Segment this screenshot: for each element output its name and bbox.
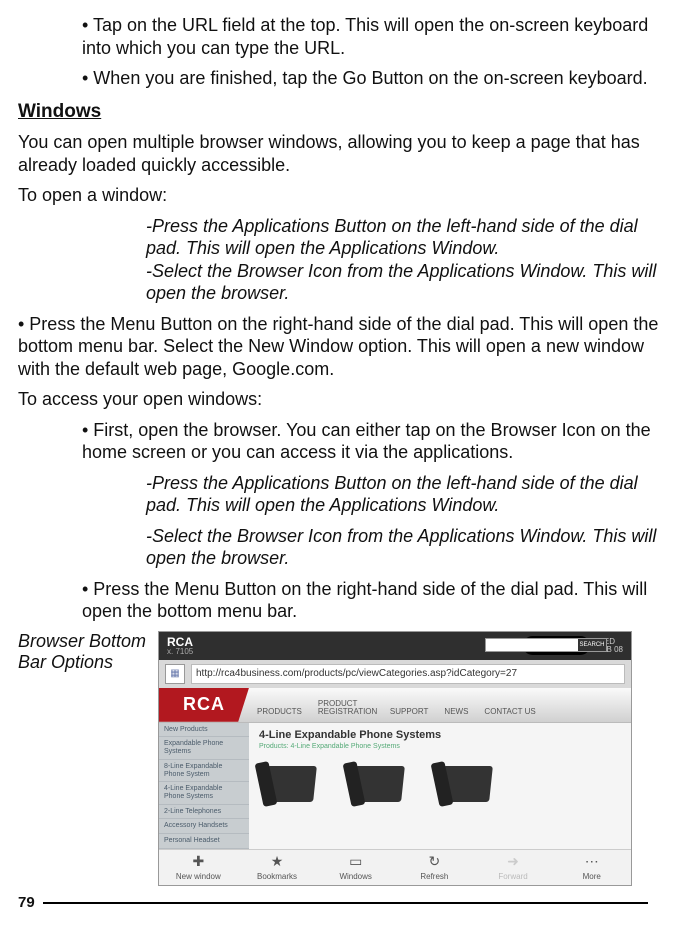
sidebar-item[interactable]: 2-Line Telephones — [159, 805, 249, 820]
main-breadcrumb: Products: 4-Line Expandable Phone System… — [259, 743, 621, 750]
bottom-label: More — [583, 872, 601, 881]
bullet-url-field: • Tap on the URL field at the top. This … — [18, 14, 660, 59]
sidebar-item[interactable]: Expandable Phone Systems — [159, 737, 249, 759]
sidebar-item[interactable]: 8-Line Expandable Phone System — [159, 760, 249, 782]
bullet-go-button: • When you are finished, tap the Go Butt… — [18, 67, 660, 90]
device-brand-block: RCA x. 7105 — [167, 636, 193, 656]
star-icon: ★ — [271, 854, 284, 870]
site-search[interactable]: SEARCH — [485, 638, 607, 652]
nav-support[interactable]: SUPPORT — [382, 707, 437, 722]
figure-row: Browser Bottom Bar Options RCA x. 7105 0… — [18, 631, 660, 886]
access-sub-press-apps: -Press the Applications Button on the le… — [18, 472, 660, 517]
access-windows-label: To access your open windows: — [18, 388, 660, 411]
device-brand: RCA — [167, 636, 193, 648]
rca-logo: RCA — [159, 688, 249, 722]
access-bullet-open-browser: • First, open the browser. You can eithe… — [18, 419, 660, 464]
nav-registration[interactable]: PRODUCT REGISTRATION — [310, 700, 382, 722]
bottom-windows[interactable]: ▭ Windows — [316, 850, 395, 885]
site-body: New Products Expandable Phone Systems 8-… — [159, 723, 631, 849]
footer-rule — [43, 902, 648, 904]
more-icon: ⋯ — [585, 854, 599, 870]
bottom-forward: ➜ Forward — [474, 850, 553, 885]
product-images — [259, 760, 621, 816]
access-bullet-press-menu: • Press the Menu Button on the right-han… — [18, 578, 660, 623]
sidebar-item[interactable]: Accessory Handsets — [159, 819, 249, 834]
browser-bottom-bar: ✚ New window ★ Bookmarks ▭ Windows ↻ Ref… — [159, 849, 631, 885]
sidebar-item[interactable]: 4-Line Expandable Phone Systems — [159, 782, 249, 804]
webpage-content: SEARCH RCA PRODUCTS PRODUCT REGISTRATION… — [159, 688, 631, 849]
figure-caption: Browser Bottom Bar Options — [18, 631, 158, 673]
device-model: x. 7105 — [167, 648, 193, 656]
page-number: 79 — [18, 894, 35, 911]
bottom-label: Windows — [339, 872, 371, 881]
windows-intro: You can open multiple browser windows, a… — [18, 131, 660, 176]
open-window-steps: -Press the Applications Button on the le… — [18, 215, 660, 305]
page-footer: 79 — [18, 894, 648, 911]
embedded-screenshot: RCA x. 7105 04:01 PM WED FEB 08 ▦ http:/ — [158, 631, 632, 886]
site-sidebar: New Products Expandable Phone Systems 8-… — [159, 723, 249, 849]
sidebar-item[interactable]: Personal Headset — [159, 834, 249, 849]
windows-icon: ▭ — [349, 854, 362, 870]
manual-page: • Tap on the URL field at the top. This … — [0, 0, 678, 925]
browser-url-bar[interactable]: ▦ http://rca4business.com/products/pc/vi… — [159, 660, 631, 688]
url-field[interactable]: http://rca4business.com/products/pc/view… — [191, 664, 625, 684]
refresh-icon: ↻ — [428, 854, 440, 870]
bottom-new-window[interactable]: ✚ New window — [159, 850, 238, 885]
sidebar-item[interactable]: New Products — [159, 723, 249, 738]
access-sub-select-browser: -Select the Browser Icon from the Applic… — [18, 525, 660, 570]
bottom-label: Refresh — [420, 872, 448, 881]
bottom-refresh[interactable]: ↻ Refresh — [395, 850, 474, 885]
bottom-label: New window — [176, 872, 221, 881]
bottom-label: Bookmarks — [257, 872, 297, 881]
site-search-button[interactable]: SEARCH — [578, 639, 606, 651]
plus-icon: ✚ — [192, 854, 204, 870]
bottom-more[interactable]: ⋯ More — [552, 850, 631, 885]
main-heading: 4-Line Expandable Phone Systems — [259, 729, 621, 741]
nav-news[interactable]: NEWS — [436, 707, 476, 722]
phone-image — [435, 760, 505, 816]
bottom-bookmarks[interactable]: ★ Bookmarks — [238, 850, 317, 885]
page-icon: ▦ — [165, 664, 185, 684]
bottom-label: Forward — [498, 872, 527, 881]
phone-image — [259, 760, 329, 816]
press-menu-para: • Press the Menu Button on the right-han… — [18, 313, 660, 381]
nav-contact[interactable]: CONTACT US — [476, 707, 543, 722]
phone-image — [347, 760, 417, 816]
forward-icon: ➜ — [507, 854, 519, 870]
open-window-label: To open a window: — [18, 184, 660, 207]
heading-windows: Windows — [18, 100, 660, 124]
nav-products[interactable]: PRODUCTS — [249, 707, 310, 722]
site-main: 4-Line Expandable Phone Systems Products… — [249, 723, 631, 849]
site-banner: RCA PRODUCTS PRODUCT REGISTRATION SUPPOR… — [159, 688, 631, 723]
